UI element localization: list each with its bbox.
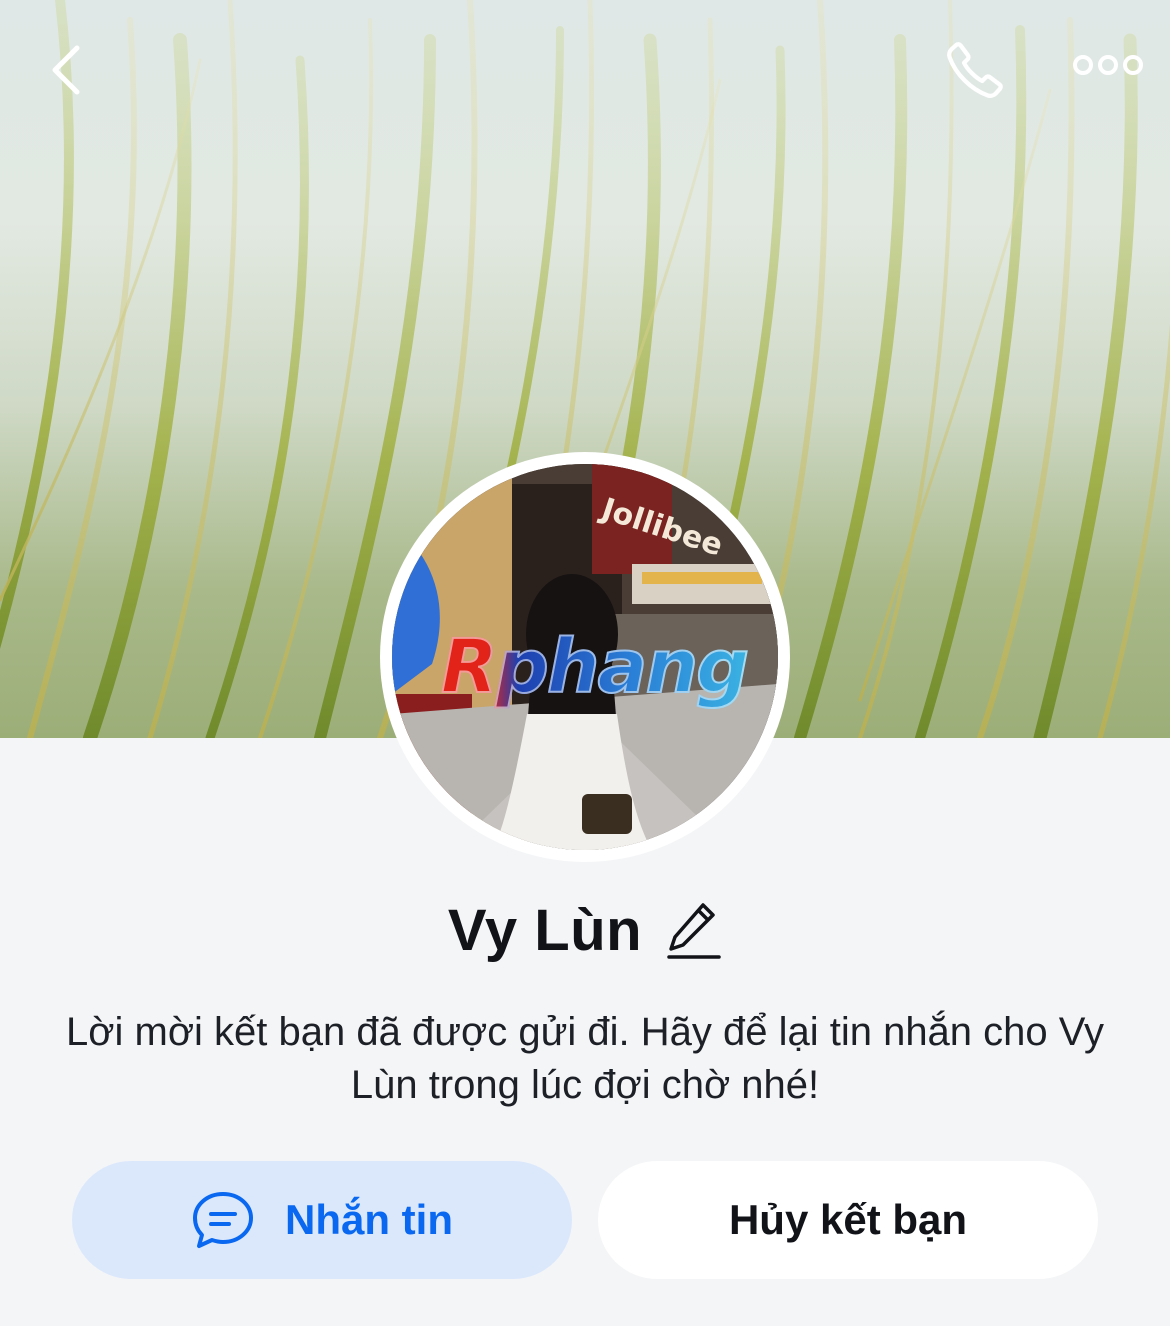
- profile-name: Vy Lùn: [447, 897, 643, 963]
- chevron-left-icon: [52, 45, 80, 95]
- back-button[interactable]: [30, 30, 100, 110]
- avatar-watermark: Rphang: [404, 623, 778, 711]
- friend-request-message: Lời mời kết bạn đã được gửi đi. Hãy để l…: [66, 1010, 1104, 1107]
- call-button[interactable]: [930, 30, 1020, 110]
- pencil-icon: [667, 903, 721, 959]
- phone-icon: [947, 42, 1003, 98]
- profile-name-row: Vy Lùn: [0, 885, 1170, 975]
- unfriend-label: Hủy kết bạn: [728, 1196, 968, 1243]
- edit-name-button[interactable]: [666, 897, 722, 963]
- unfriend-button[interactable]: Hủy kết bạn: [598, 1161, 1098, 1279]
- more-options-button[interactable]: [1060, 30, 1155, 100]
- chat-bubble-icon: [193, 1192, 253, 1248]
- avatar[interactable]: Jollibee Rphang: [380, 452, 790, 862]
- avatar-image: Jollibee Rphang: [392, 464, 778, 850]
- send-message-button[interactable]: Nhắn tin: [72, 1161, 572, 1279]
- more-horizontal-icon: [1072, 55, 1143, 75]
- send-message-label: Nhắn tin: [285, 1196, 453, 1243]
